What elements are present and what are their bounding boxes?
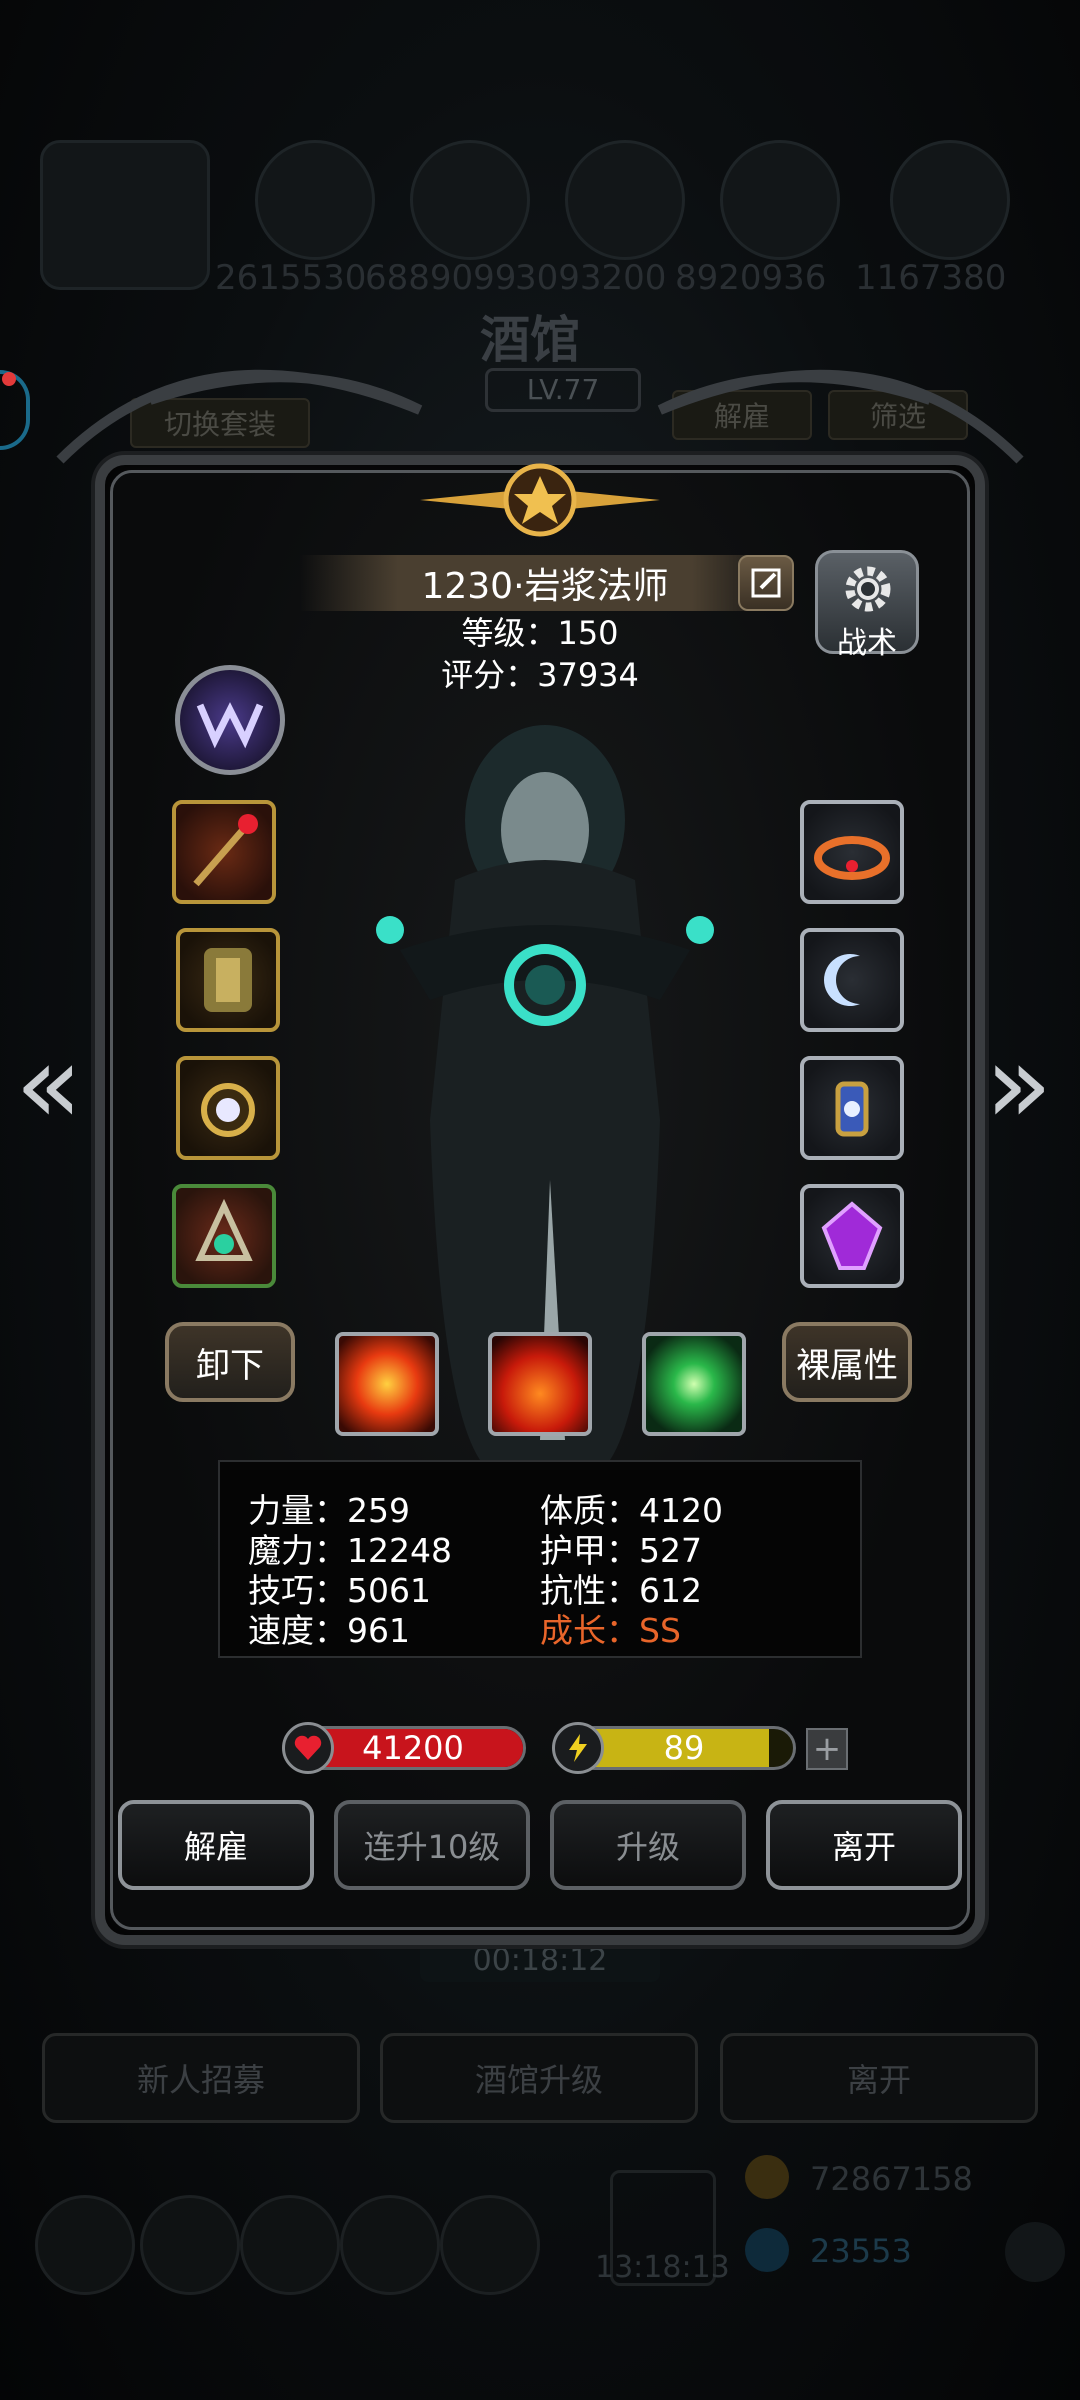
menu-circle-icon[interactable] [340, 2195, 440, 2295]
recruit-button[interactable]: 新人招募 [42, 2033, 360, 2123]
dragon-ornament-icon [56, 369, 1024, 464]
background-hero-slot [410, 140, 530, 260]
next-hero-arrow-icon[interactable]: » [985, 1020, 1052, 1148]
lightning-icon [552, 1722, 604, 1774]
amulet-icon[interactable] [176, 1056, 280, 1160]
tactics-label: 战术 [837, 626, 897, 661]
hero-name: 1230·岩浆法师 [300, 555, 790, 611]
gem-icon[interactable] [800, 1184, 904, 1288]
pencil-icon [751, 568, 781, 598]
level-up-10-button[interactable]: 连升10级 [334, 1800, 530, 1890]
gem-amount: 23553 [810, 2232, 912, 2270]
moon-icon[interactable] [800, 928, 904, 1032]
gem-currency-icon [745, 2228, 789, 2272]
green-flame-skill-icon[interactable] [642, 1332, 746, 1436]
hero-score: 评分：37934 [441, 656, 639, 694]
gold-amount: 72867158 [810, 2160, 973, 2198]
bare-stats-button[interactable]: 裸属性 [782, 1322, 912, 1402]
menu-circle-icon[interactable] [440, 2195, 540, 2295]
hp-value: 41200 [362, 1729, 464, 1767]
fire-skill-icon[interactable] [488, 1332, 592, 1436]
background-hero-slot [890, 140, 1010, 260]
lantern-icon[interactable] [800, 1056, 904, 1160]
previous-hero-arrow-icon[interactable]: « [15, 1020, 82, 1148]
energy-value: 89 [663, 1729, 705, 1767]
background-timer: 00:18:12 [420, 1940, 660, 1982]
heart-icon [282, 1722, 334, 1774]
add-currency-icon[interactable] [1005, 2222, 1065, 2282]
gold-coin-icon [745, 2155, 789, 2199]
stat-growth: 成长：SS [540, 1611, 681, 1650]
unequip-button[interactable]: 卸下 [165, 1322, 295, 1402]
edit-name-button[interactable] [738, 555, 794, 611]
add-energy-button[interactable]: + [806, 1728, 848, 1770]
explosion-skill-icon[interactable] [335, 1332, 439, 1436]
crown-icon[interactable] [800, 800, 904, 904]
relic-icon[interactable] [172, 1184, 276, 1288]
menu-circle-icon[interactable] [240, 2195, 340, 2295]
dismiss-button[interactable]: 解雇 [118, 1800, 314, 1890]
energy-bar: 89 [572, 1726, 796, 1770]
staff-icon[interactable] [172, 800, 276, 904]
armor-icon[interactable] [176, 928, 280, 1032]
hero-level: 等级：150 [461, 614, 619, 652]
sun-crest-icon [420, 463, 660, 537]
stat-speed: 速度：961 [248, 1611, 410, 1650]
gear-icon [845, 566, 891, 612]
level-up-button[interactable]: 升级 [550, 1800, 746, 1890]
menu-circle-icon[interactable] [35, 2195, 135, 2295]
background-clock: 13:18:13 [595, 2250, 730, 2285]
background-leave-button[interactable]: 离开 [720, 2033, 1038, 2123]
tavern-upgrade-button[interactable]: 酒馆升级 [380, 2033, 698, 2123]
leave-button[interactable]: 离开 [766, 1800, 962, 1890]
demon-rune-icon[interactable] [175, 665, 285, 775]
background-hero-slot [255, 140, 375, 260]
background-hero-slot [565, 140, 685, 260]
menu-circle-icon[interactable] [140, 2195, 240, 2295]
background-hero-slot [720, 140, 840, 260]
